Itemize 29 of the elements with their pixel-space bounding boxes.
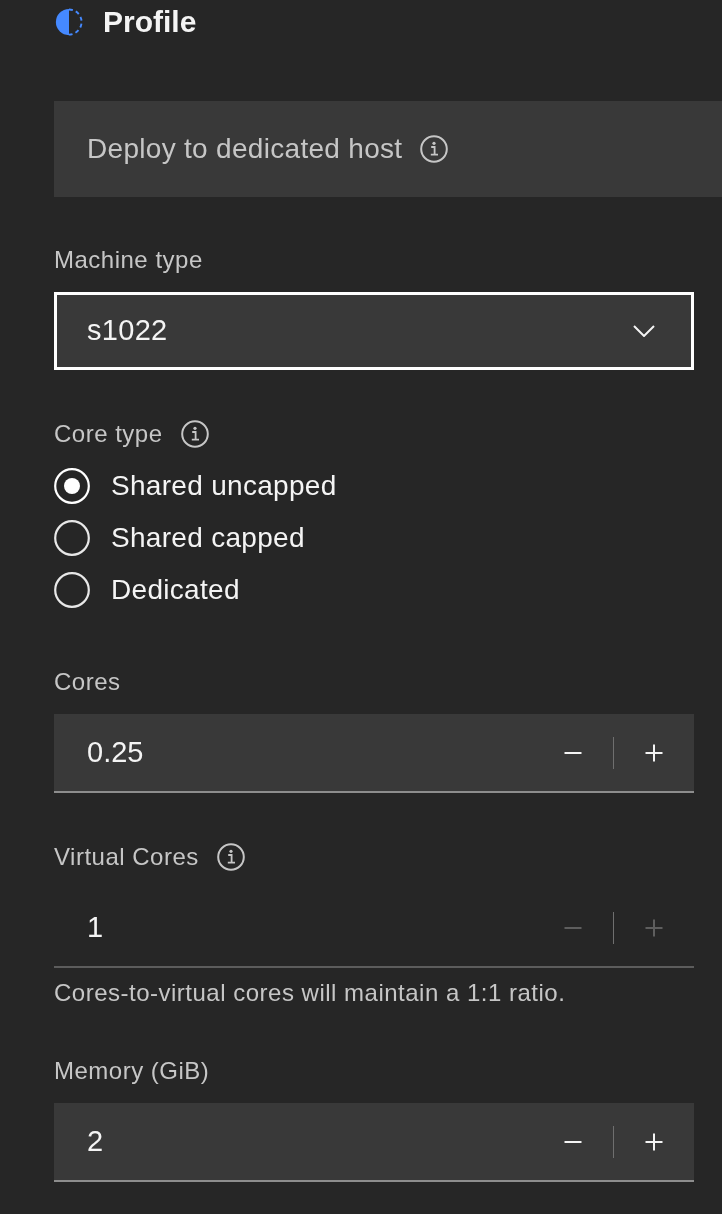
helper-text: Cores-to-virtual cores will maintain a 1:1 ratio. bbox=[54, 979, 567, 1007]
radio-label[interactable]: Shared uncapped bbox=[111, 465, 337, 507]
plus-icon bbox=[645, 1132, 663, 1151]
chevron-down-icon bbox=[633, 325, 655, 337]
value-field[interactable]: 2 bbox=[87, 1119, 553, 1164]
info-icon[interactable] bbox=[180, 420, 209, 448]
radio-button[interactable] bbox=[54, 520, 90, 556]
field-label: Core type bbox=[54, 420, 163, 448]
number-input[interactable]: 0.25 bbox=[54, 714, 694, 793]
half-filled-circle-icon bbox=[54, 7, 84, 37]
minus-icon bbox=[564, 1140, 582, 1143]
machine-type-dropdown[interactable]: s1022 bbox=[54, 292, 694, 370]
field-label: Cores bbox=[54, 668, 121, 696]
radio-button[interactable] bbox=[54, 572, 90, 608]
field-label: Memory (GiB) bbox=[54, 1057, 210, 1085]
radio-label[interactable]: Shared capped bbox=[111, 517, 305, 559]
number-input[interactable]: 2 bbox=[54, 1103, 694, 1182]
dedicated-host-tile[interactable]: Deploy to dedicated host bbox=[54, 101, 722, 197]
field-label: Machine type bbox=[54, 246, 203, 274]
minus-icon bbox=[564, 751, 582, 754]
radio-label[interactable]: Dedicated bbox=[111, 569, 240, 611]
plus-icon bbox=[645, 918, 663, 937]
value-field[interactable]: 0.25 bbox=[87, 730, 553, 775]
field-label: Virtual Cores bbox=[54, 843, 199, 871]
info-icon[interactable] bbox=[420, 135, 449, 163]
minus-icon bbox=[564, 926, 582, 929]
section-title: Profile bbox=[103, 4, 197, 40]
plus-icon bbox=[645, 743, 663, 762]
tile-label: Deploy to dedicated host bbox=[87, 132, 403, 166]
